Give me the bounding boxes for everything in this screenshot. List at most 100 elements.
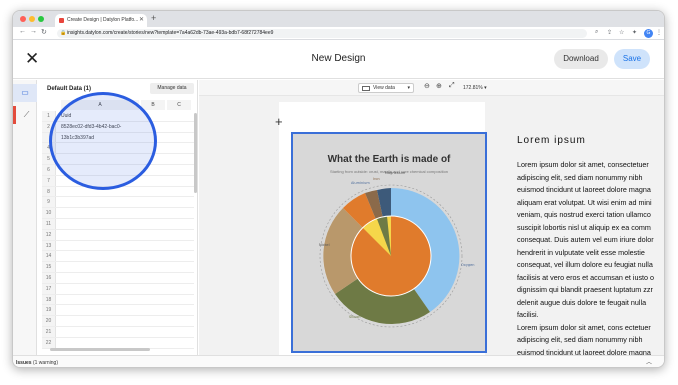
- cell-a[interactable]: [61, 262, 139, 272]
- zoom-search-icon[interactable]: ⌕: [595, 29, 598, 36]
- text-line: Lorem ipsum dolor sit amet, cons ectetue…: [517, 322, 651, 332]
- text-line: delenit augue duis dolore te feugait nul…: [517, 297, 647, 307]
- cell-a[interactable]: [61, 230, 139, 240]
- row-number: 11: [42, 219, 56, 229]
- more-menu-icon[interactable]: ⋮: [656, 29, 662, 36]
- table-row[interactable]: 11: [42, 219, 194, 230]
- table-icon: [362, 86, 370, 91]
- app-header: ✕ New Design Download Save: [13, 41, 664, 79]
- row-number: 15: [42, 262, 56, 272]
- browser-tab[interactable]: Create Design | Datylon Platfo... ✕: [55, 14, 147, 27]
- maximize-window-dot[interactable]: [38, 16, 44, 22]
- table-row[interactable]: 20: [42, 316, 194, 327]
- reload-icon[interactable]: ↻: [41, 28, 47, 36]
- text-line: euismod tincidunt ut laoreet dolore magn…: [517, 347, 651, 356]
- new-tab-icon[interactable]: +: [151, 13, 156, 23]
- text-line: dignissim qui blandit praesent luptatum …: [517, 285, 653, 294]
- minimize-window-dot[interactable]: [29, 16, 35, 22]
- text-heading: Lorem ipsum: [517, 135, 586, 146]
- table-row[interactable]: 18: [42, 294, 194, 306]
- sunburst-chart: Aluminium Iron Magnesium Nickel Oxygen S…: [319, 171, 475, 328]
- table-row[interactable]: 16: [42, 273, 194, 284]
- tab-title: Create Design | Datylon Platfo...: [67, 17, 139, 23]
- row-number: 14: [42, 251, 56, 262]
- column-header-c[interactable]: C: [167, 100, 191, 110]
- save-button[interactable]: Save: [614, 49, 650, 69]
- cell-a[interactable]: [61, 273, 139, 283]
- text-line: veniam, quis nostrud exerci tation ullam…: [517, 210, 651, 219]
- cell-a[interactable]: [61, 316, 139, 326]
- view-data-dropdown[interactable]: View data ▾: [358, 83, 414, 93]
- cell-a[interactable]: [61, 208, 139, 218]
- text-line: adipiscing elit, sed diam nonummy nibh: [517, 335, 643, 344]
- row-number: 13: [42, 240, 56, 251]
- row-number: 7: [42, 175, 56, 186]
- table-row[interactable]: 8: [42, 186, 194, 198]
- bookmark-star-icon[interactable]: ☆: [619, 29, 624, 36]
- column-header-b[interactable]: B: [141, 100, 165, 110]
- row-number: 19: [42, 305, 56, 316]
- zoom-in-icon[interactable]: ⊕: [436, 82, 442, 90]
- browser-window: Create Design | Datylon Platfo... ✕ + ← …: [12, 10, 665, 368]
- issues-label: Issues: [16, 360, 32, 366]
- crosshair-cursor-icon: +: [275, 114, 283, 129]
- text-block[interactable]: Lorem ipsum Lorem ipsum dolor sit amet, …: [517, 135, 664, 356]
- table-row[interactable]: 14: [42, 251, 194, 263]
- row-number: 17: [42, 283, 56, 294]
- text-line: facilisis at vero eros et accumsan et iu…: [517, 272, 655, 282]
- row-number: 21: [42, 327, 56, 337]
- text-line: adipiscing elit, sed diam nonummy nibh: [517, 172, 643, 182]
- cell-a[interactable]: [61, 305, 139, 315]
- close-tab-icon[interactable]: ✕: [139, 14, 144, 27]
- table-row[interactable]: 12: [42, 229, 194, 241]
- manage-data-button[interactable]: Manage data: [150, 83, 194, 94]
- download-button[interactable]: Download: [554, 49, 608, 69]
- zoom-level-dropdown[interactable]: 172.81% ▾: [463, 83, 497, 93]
- row-number: 16: [42, 273, 56, 283]
- row-number: 22: [42, 337, 56, 348]
- text-line: aliquam erat volutpat. Ut wisi enim ad m…: [517, 197, 652, 207]
- cell-a[interactable]: [61, 251, 139, 261]
- table-row[interactable]: 15: [42, 262, 194, 273]
- profile-avatar[interactable]: G: [644, 29, 653, 38]
- vertical-scrollbar[interactable]: [194, 113, 197, 193]
- address-bar-row: ← → ↻ 🔒 insights.datylon.com/create/stor…: [13, 27, 664, 40]
- table-row[interactable]: 13: [42, 240, 194, 252]
- chevron-up-icon[interactable]: ︿: [646, 356, 652, 367]
- fit-screen-icon[interactable]: ⤢: [449, 82, 455, 90]
- cell-a[interactable]: [61, 295, 139, 305]
- back-icon[interactable]: ←: [19, 28, 26, 35]
- table-row[interactable]: 22: [42, 337, 194, 349]
- forward-icon[interactable]: →: [30, 28, 37, 35]
- cell-a[interactable]: [61, 197, 139, 207]
- left-rail: ▭ ⟋: [13, 80, 37, 355]
- chevron-down-icon: ▾: [407, 85, 410, 91]
- highlight-circle: [49, 92, 157, 190]
- extensions-icon[interactable]: ✦: [632, 29, 637, 36]
- chart-container[interactable]: What the Earth is made of Starting from …: [291, 132, 487, 353]
- share-icon[interactable]: ⇪: [607, 29, 612, 36]
- datylon-favicon-icon: [59, 18, 64, 23]
- table-row[interactable]: 9: [42, 197, 194, 209]
- horizontal-scrollbar[interactable]: [50, 348, 150, 351]
- data-table-icon[interactable]: ▭: [13, 84, 37, 102]
- issues-count: (1 warning): [32, 360, 58, 366]
- zoom-out-icon[interactable]: ⊖: [424, 82, 430, 90]
- canvas-toolbar: View data ▾ ⊖ ⊕ ⤢ 172.81% ▾: [199, 80, 664, 96]
- cell-a[interactable]: [61, 219, 139, 229]
- table-row[interactable]: 19: [42, 305, 194, 317]
- cell-a[interactable]: [61, 327, 139, 337]
- cell-a[interactable]: [61, 338, 139, 348]
- lock-icon: 🔒: [60, 30, 67, 36]
- url-field[interactable]: 🔒 insights.datylon.com/create/stories/ne…: [57, 29, 587, 38]
- tab-bar: Create Design | Datylon Platfo... ✕ +: [13, 11, 664, 27]
- issues-bar[interactable]: Issues (1 warning) ︿: [13, 355, 664, 367]
- table-row[interactable]: 21: [42, 327, 194, 338]
- text-line: hendrerit in vulputate velit esse molest…: [517, 247, 645, 257]
- close-window-dot[interactable]: [20, 16, 26, 22]
- table-row[interactable]: 17: [42, 283, 194, 295]
- cell-a[interactable]: [61, 241, 139, 251]
- table-row[interactable]: 10: [42, 208, 194, 219]
- cell-a[interactable]: [61, 284, 139, 294]
- chart-line-icon[interactable]: ⟋: [13, 106, 37, 124]
